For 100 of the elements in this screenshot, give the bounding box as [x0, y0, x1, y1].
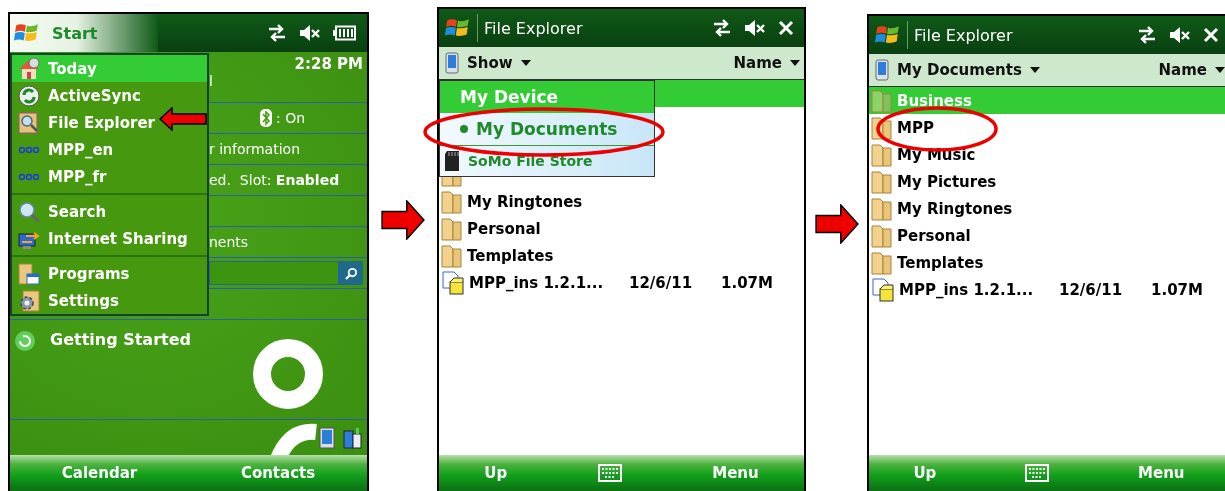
keyboard-icon[interactable] [1025, 464, 1050, 482]
file-list-row[interactable]: MPP_ins 1.2.1... 12/6/11 1.07M [869, 276, 1225, 303]
file-name: Templates [467, 246, 555, 265]
battery-icon[interactable] [333, 25, 357, 41]
file-list-row[interactable]: MPP_ins 1.2.1... 12/6/11 1.07M [439, 269, 804, 296]
start-menu-item[interactable]: Today [12, 55, 207, 82]
keyboard-icon[interactable] [597, 464, 622, 482]
menu-softkey[interactable]: Menu [712, 464, 759, 482]
muted-speaker-icon[interactable] [744, 19, 766, 37]
file-name: My Ringtones [467, 192, 584, 211]
start-menu-item[interactable]: Search [12, 198, 111, 225]
folder-dropdown[interactable]: Show [445, 52, 531, 74]
folder-icon [441, 216, 463, 241]
sync-arrows-icon[interactable] [1137, 26, 1157, 44]
folder-window-icon [18, 262, 40, 285]
dropdown-item[interactable]: SoMo File Store [440, 146, 654, 176]
start-menu-item[interactable]: Programs [12, 260, 134, 287]
file-name: MPP_ins 1.2.1... [899, 280, 1035, 299]
folder-icon [871, 115, 893, 140]
sort-dropdown[interactable]: Name [1158, 61, 1225, 79]
device-icon[interactable] [319, 426, 335, 449]
folder-icon [871, 142, 893, 167]
pointer-arrow [381, 200, 425, 240]
file-name: Templates [897, 253, 985, 272]
getting-started-link[interactable]: Getting Started [50, 330, 191, 349]
folder-dropdown[interactable]: My Documents [875, 59, 1040, 81]
sort-dropdown[interactable]: Name [733, 54, 800, 72]
sync-icon [18, 84, 40, 107]
folder-icon [871, 196, 893, 221]
folder-icon [871, 88, 893, 113]
dots-icon [18, 172, 40, 181]
window-title: File Explorer [484, 18, 583, 38]
file-name: My Ringtones [897, 199, 1014, 218]
file-date: 12/6/11 [1059, 280, 1124, 299]
sync-arrows-icon[interactable] [267, 24, 287, 42]
file-name: Personal [467, 219, 542, 238]
search-icon [344, 266, 358, 280]
caret-icon [1029, 67, 1040, 73]
file-name: Business [897, 91, 973, 110]
contacts-softkey[interactable]: Contacts [240, 464, 316, 482]
search-icon [18, 200, 40, 223]
up-softkey[interactable]: Up [484, 464, 508, 482]
menu-softkey[interactable]: Menu [1138, 464, 1185, 482]
pointer-arrow [814, 204, 859, 244]
search-field[interactable] [209, 261, 339, 285]
muted-speaker-icon[interactable] [299, 24, 321, 42]
house-icon [18, 57, 40, 80]
file-size: 1.07M [1151, 280, 1203, 299]
window-title: File Explorer [914, 25, 1013, 45]
clock-time[interactable]: 2:28 PM [294, 55, 367, 73]
folder-icon [871, 169, 893, 194]
file-date: 12/6/11 [629, 273, 694, 292]
file-size: 1.07M [721, 273, 773, 292]
folder-icon [441, 243, 463, 268]
pointer-arrow [159, 107, 207, 131]
start-menu-item[interactable]: Internet Sharing [12, 225, 192, 252]
file-name: My Pictures [897, 172, 998, 191]
folder-icon [441, 189, 463, 214]
caret-icon [520, 60, 531, 66]
bluetooth-icon [260, 109, 272, 127]
dropdown-item[interactable]: My Device [440, 81, 654, 113]
close-icon[interactable] [1203, 27, 1219, 43]
file-list-row[interactable]: Business [869, 87, 1225, 114]
folder-icon [871, 250, 893, 275]
start-menu-item[interactable]: File Explorer [12, 109, 159, 136]
file-name: Personal [897, 226, 972, 245]
search-button[interactable] [339, 261, 363, 285]
file-name: MPP_ins 1.2.1... [469, 273, 605, 292]
gear-icon [18, 289, 40, 312]
close-icon[interactable] [778, 20, 794, 36]
caret-icon [790, 60, 800, 66]
start-menu-item[interactable]: Settings [12, 287, 123, 314]
file-list-row[interactable]: My Pictures [869, 168, 1225, 195]
today-item-text[interactable]: nents [209, 234, 249, 250]
file-list-row[interactable]: My Ringtones [869, 195, 1225, 222]
bullet-icon [460, 125, 468, 133]
file-list-row[interactable]: Personal [439, 215, 804, 242]
file-list-row[interactable]: My Ringtones [439, 188, 804, 215]
start-menu-item[interactable]: ActiveSync [12, 82, 145, 109]
folder-icon [871, 223, 893, 248]
dots-icon [18, 145, 40, 154]
file-list-row[interactable]: Personal [869, 222, 1225, 249]
bluetooth-status[interactable]: : On [276, 110, 306, 126]
phones-icon[interactable] [343, 426, 363, 449]
start-button[interactable]: Start [52, 23, 98, 43]
memory-card-icon [444, 150, 460, 172]
file-list-row[interactable]: Templates [869, 249, 1225, 276]
start-menu-item[interactable]: MPP_fr [12, 163, 111, 190]
today-item-text[interactable]: r information [209, 141, 300, 157]
up-softkey[interactable]: Up [913, 464, 937, 482]
today-item-text[interactable]: ed. Slot: Enabled [209, 172, 340, 188]
owner-text: l [209, 73, 214, 89]
sync-arrows-icon[interactable] [712, 19, 732, 37]
file-list-row[interactable]: Templates [439, 242, 804, 269]
start-menu-item[interactable]: MPP_en [12, 136, 118, 163]
muted-speaker-icon[interactable] [1169, 26, 1191, 44]
file-list-row[interactable]: MPP [869, 114, 1225, 141]
device-icon [875, 59, 889, 81]
magnifier-icon [18, 111, 40, 134]
calendar-softkey[interactable]: Calendar [61, 464, 138, 482]
